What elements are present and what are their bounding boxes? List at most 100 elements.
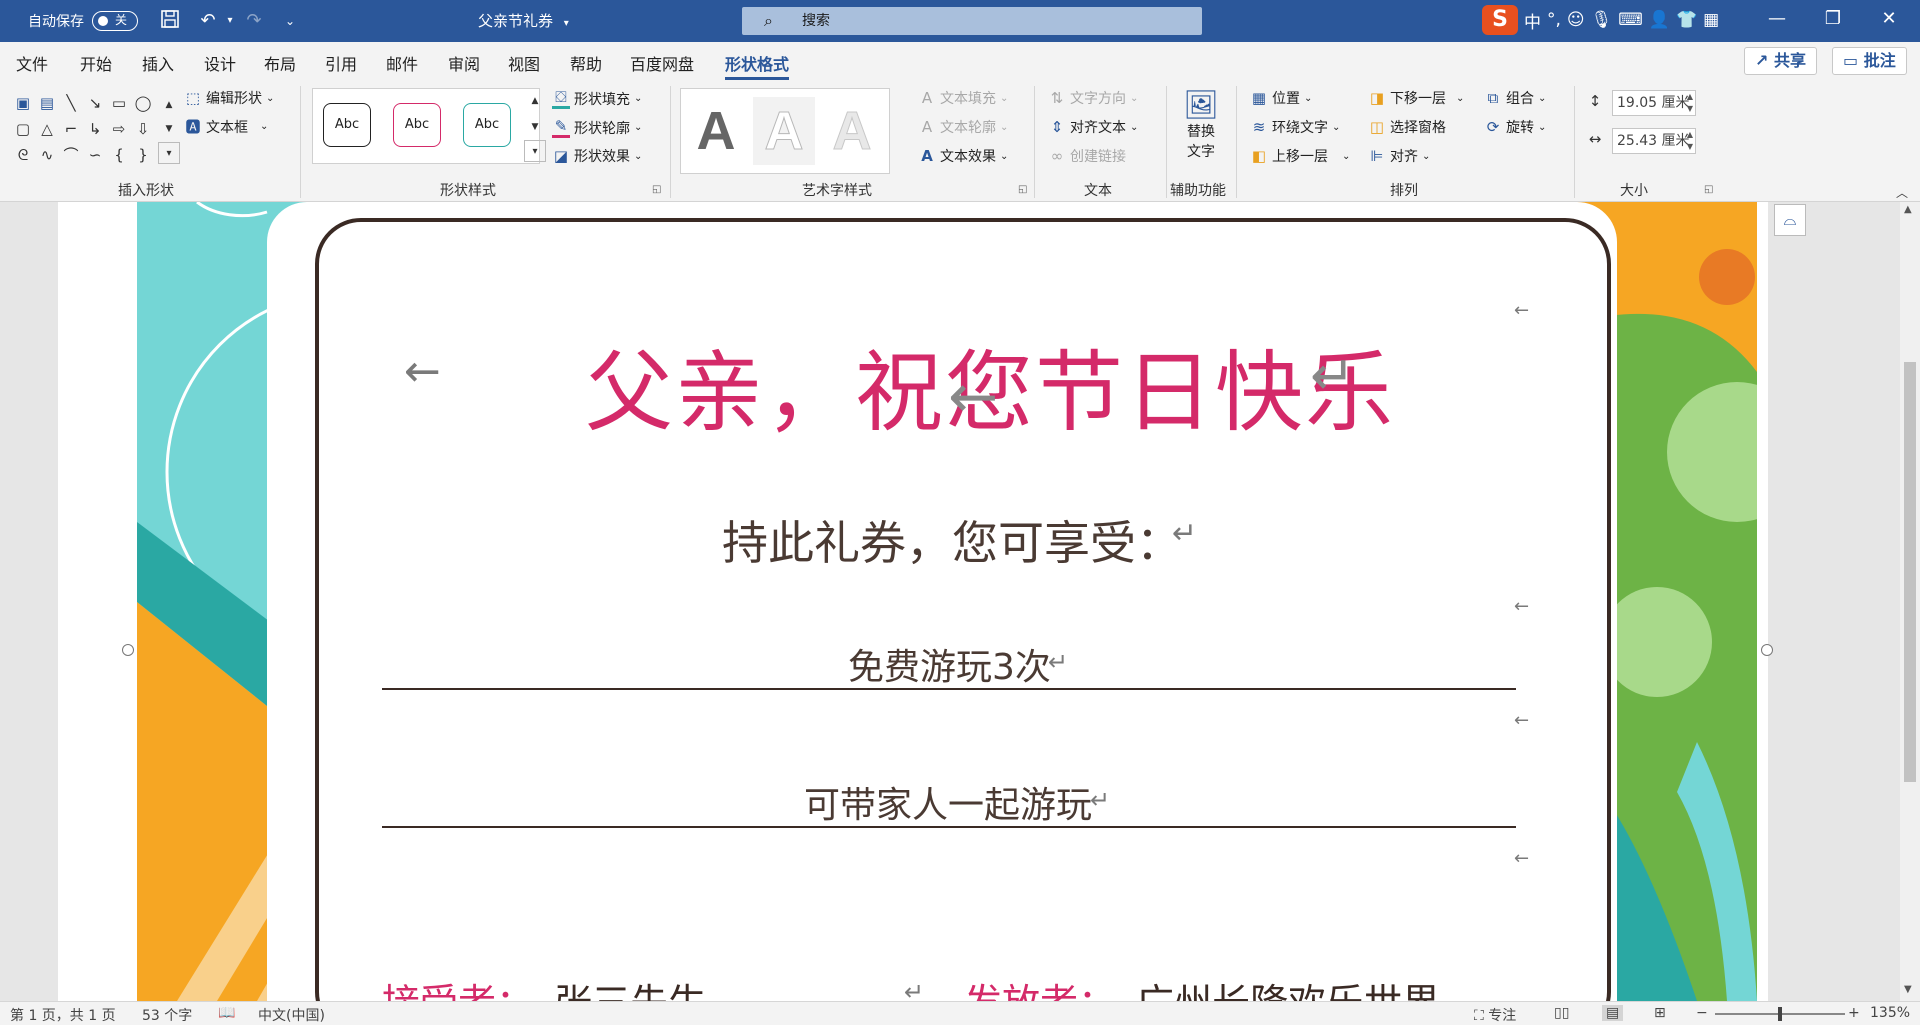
save-icon[interactable] xyxy=(158,9,182,33)
web-layout-icon[interactable]: ⊞ xyxy=(1654,1005,1666,1021)
tab-review[interactable]: 审阅 xyxy=(448,51,480,75)
resize-handle-right[interactable] xyxy=(1761,644,1773,656)
resize-handle-left[interactable] xyxy=(122,644,134,656)
benefit-item-2[interactable]: 可带家人一起游玩 xyxy=(804,776,1092,828)
selection-pane-button[interactable]: ◫ 选择窗格 xyxy=(1368,117,1446,137)
text-fill-button[interactable]: A 文本填充 ⌄ xyxy=(918,88,1009,108)
right-brace-shape-icon[interactable]: } xyxy=(132,144,154,166)
scroll-down-icon[interactable]: ▼ xyxy=(158,118,180,140)
width-spinner-icon[interactable]: ▲ ▼ xyxy=(1687,129,1693,153)
align-button[interactable]: ⊫ 对齐 ⌄ xyxy=(1368,146,1430,166)
keyboard-icon[interactable]: ⌨ xyxy=(1618,10,1643,30)
arc-shape-icon[interactable]: ⌒ xyxy=(60,144,82,166)
search-input[interactable]: ⌕ 搜索 xyxy=(742,7,1202,35)
sogou-logo-icon[interactable]: S xyxy=(1482,5,1518,35)
create-link-button[interactable]: ∞ 创建链接 xyxy=(1048,146,1126,166)
dialog-launcher-icon[interactable]: ◱ xyxy=(1018,184,1027,195)
tab-layout[interactable]: 布局 xyxy=(264,51,296,75)
print-layout-icon[interactable]: ▤ xyxy=(1602,1005,1624,1021)
wordart-style-2[interactable]: A xyxy=(753,97,815,165)
document-area[interactable]: 父亲，祝您节日快乐 ↵ ← ← ← 持此礼券，您可享受： ↵ ← 免费游玩3次 … xyxy=(0,202,1900,1001)
scroll-up-icon[interactable]: ▲ xyxy=(524,90,546,112)
shape-styles-gallery[interactable]: Abc Abc Abc xyxy=(312,88,540,164)
shape-style-1[interactable]: Abc xyxy=(323,103,371,147)
benefit-item-1[interactable]: 免费游玩3次 xyxy=(848,638,1051,690)
vertical-textbox-shape-icon[interactable]: ▤ xyxy=(36,92,58,114)
scroll-up-icon[interactable]: ▲ xyxy=(158,94,180,116)
rotate-button[interactable]: ⟳ 旋转 ⌄ xyxy=(1484,117,1547,137)
receiver-line[interactable]: 接受者：↵张三先生↵ xyxy=(382,972,726,1001)
autosave-switch[interactable]: 关 xyxy=(92,11,138,31)
shape-fill-button[interactable]: ⛋ 形状填充 ⌄ xyxy=(552,88,642,109)
zoom-out-icon[interactable]: − xyxy=(1696,1005,1708,1021)
text-box-button[interactable]: 🅰 文本框 ⌄ xyxy=(184,116,268,137)
tab-help[interactable]: 帮助 xyxy=(570,51,602,75)
ime-mode[interactable]: 中 xyxy=(1524,8,1541,33)
wrap-text-button[interactable]: ≋ 环绕文字 ⌄ xyxy=(1250,117,1341,137)
focus-mode-button[interactable]: ⛶ 专注 xyxy=(1474,1005,1516,1025)
shape-style-2[interactable]: Abc xyxy=(393,103,441,147)
tab-view[interactable]: 视图 xyxy=(508,51,540,75)
language-status[interactable]: 中文(中国) xyxy=(258,1005,325,1025)
undo-dropdown-icon[interactable]: ▾ xyxy=(218,9,242,33)
close-icon[interactable]: ✕ xyxy=(1874,8,1904,34)
user-icon[interactable]: 👤 xyxy=(1649,10,1670,30)
tab-insert[interactable]: 插入 xyxy=(142,51,174,75)
left-brace-shape-icon[interactable]: { xyxy=(108,144,130,166)
text-direction-button[interactable]: ⇅ 文字方向 ⌄ xyxy=(1048,88,1139,108)
scroll-down-icon[interactable]: ▼ xyxy=(1904,984,1912,995)
scroll-down-icon[interactable]: ▼ xyxy=(524,116,546,138)
ime-punct[interactable]: °, xyxy=(1547,10,1561,30)
vertical-scrollbar[interactable]: ▲ ▼ xyxy=(1900,202,1920,1001)
textbox-shape-icon[interactable]: ▣ xyxy=(12,92,34,114)
grid-menu-icon[interactable]: ▦ xyxy=(1703,10,1719,30)
customize-toolbar-icon[interactable]: ⌄ xyxy=(278,9,302,33)
undo-icon[interactable]: ↶ xyxy=(196,9,220,33)
share-button[interactable]: ↗ 共享 xyxy=(1744,47,1817,75)
group-button[interactable]: ⧉ 组合 ⌄ xyxy=(1484,88,1547,108)
wordart-style-3[interactable]: A xyxy=(821,97,883,165)
minimize-icon[interactable]: — xyxy=(1762,8,1792,34)
scrollbar-thumb[interactable] xyxy=(1904,362,1916,782)
freeform-shape-icon[interactable]: ᘓ xyxy=(12,144,34,166)
ime-toolbar[interactable]: S 中 °, ☺ 🎙 ⌨ 👤 👕 ▦ xyxy=(1482,2,1719,38)
layout-options-icon[interactable]: ⌓ xyxy=(1774,204,1806,236)
shape-effects-button[interactable]: ◪ 形状效果 ⌄ xyxy=(552,146,642,166)
right-arrow-shape-icon[interactable]: ⇨ xyxy=(108,118,130,140)
zoom-level[interactable]: 135% xyxy=(1870,1005,1910,1021)
skin-icon[interactable]: 👕 xyxy=(1676,10,1697,30)
redo-icon[interactable]: ↷ xyxy=(242,9,266,33)
curve-shape-icon[interactable]: ∽ xyxy=(84,144,106,166)
rectangle-shape-icon[interactable]: ▭ xyxy=(108,92,130,114)
shape-style-3[interactable]: Abc xyxy=(463,103,511,147)
issuer-line[interactable]: 发放者：↵广州长隆欢乐世界↵ xyxy=(964,972,1460,1001)
arrow-line-shape-icon[interactable]: ↘ xyxy=(84,92,106,114)
voucher-subtitle[interactable]: 持此礼券，您可享受： xyxy=(722,507,1182,573)
restore-icon[interactable]: ❐ xyxy=(1818,8,1848,34)
line-shape-icon[interactable]: ╲ xyxy=(60,92,82,114)
tab-file[interactable]: 文件 xyxy=(16,51,48,75)
tab-baidu-netdisk[interactable]: 百度网盘 xyxy=(630,51,694,75)
tab-design[interactable]: 设计 xyxy=(204,51,236,75)
shape-outline-button[interactable]: ✎ 形状轮廓 ⌄ xyxy=(552,117,642,138)
document-title[interactable]: 父亲节礼券 ▾ xyxy=(478,10,569,31)
shape-width-input[interactable]: 25.43 厘米 ▲ ▼ xyxy=(1612,128,1696,154)
tab-references[interactable]: 引用 xyxy=(325,51,357,75)
down-arrow-shape-icon[interactable]: ⇩ xyxy=(132,118,154,140)
elbow-connector-shape-icon[interactable]: ⌐ xyxy=(60,118,82,140)
position-button[interactable]: ▦ 位置 ⌄ xyxy=(1250,88,1312,108)
rounded-rect-shape-icon[interactable]: ▢ xyxy=(12,118,34,140)
collapse-ribbon-icon[interactable]: ︿ xyxy=(1896,184,1908,201)
text-outline-button[interactable]: A 文本轮廓 ⌄ xyxy=(918,117,1009,137)
more-styles-icon[interactable]: ▾ xyxy=(524,140,546,162)
more-shapes-icon[interactable]: ▾ xyxy=(158,142,180,164)
wordart-style-1[interactable]: A xyxy=(685,97,747,165)
zoom-slider-thumb[interactable] xyxy=(1778,1007,1782,1021)
tab-home[interactable]: 开始 xyxy=(80,51,112,75)
text-effects-button[interactable]: A 文本效果 ⌄ xyxy=(918,146,1008,166)
wordart-gallery[interactable]: A A A xyxy=(680,88,890,174)
dialog-launcher-icon[interactable]: ◱ xyxy=(1704,184,1713,195)
proofing-icon[interactable]: 📖 xyxy=(218,1005,235,1021)
read-mode-icon[interactable]: ▯▯ xyxy=(1554,1005,1569,1021)
tab-shape-format[interactable]: 形状格式 xyxy=(725,51,790,80)
